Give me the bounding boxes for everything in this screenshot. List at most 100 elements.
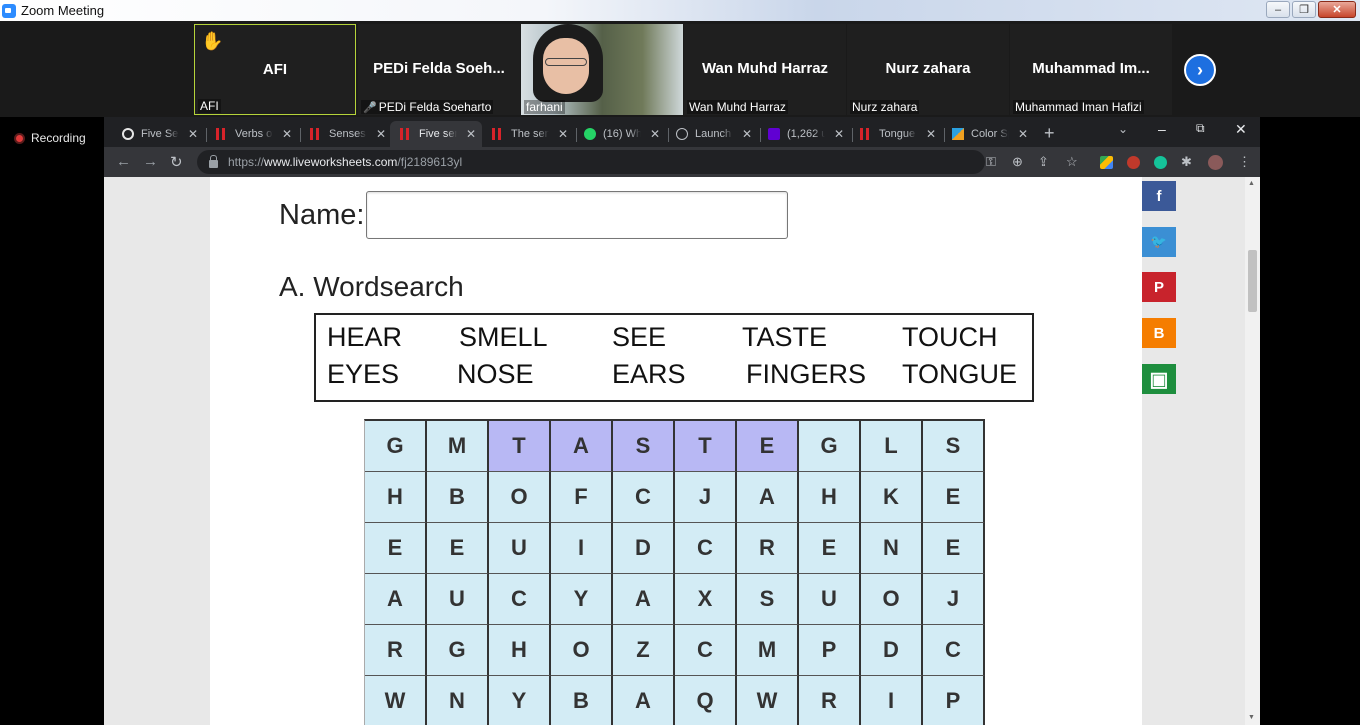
browser-restore-button[interactable]: ⧉ bbox=[1196, 121, 1205, 136]
grid-cell[interactable]: W bbox=[365, 676, 427, 725]
close-tab-icon[interactable]: ✕ bbox=[188, 127, 198, 141]
menu-kebab-icon[interactable]: ⋮ bbox=[1238, 154, 1251, 170]
grid-cell[interactable]: N bbox=[427, 676, 489, 725]
close-tab-icon[interactable]: ✕ bbox=[466, 127, 476, 141]
scroll-thumb[interactable] bbox=[1248, 250, 1257, 312]
name-input[interactable] bbox=[366, 191, 788, 239]
browser-tab[interactable]: Five Sen ✕ bbox=[112, 121, 204, 147]
browser-tab[interactable]: Color Sp ✕ bbox=[942, 121, 1034, 147]
grid-cell[interactable]: N bbox=[861, 523, 923, 574]
profile-avatar[interactable] bbox=[1208, 155, 1223, 170]
grid-cell[interactable]: A bbox=[551, 421, 613, 472]
browser-tab[interactable]: (16) Wh ✕ bbox=[574, 121, 666, 147]
browser-tab[interactable]: Launch l ✕ bbox=[666, 121, 758, 147]
grid-cell[interactable]: P bbox=[923, 676, 985, 725]
close-tab-icon[interactable]: ✕ bbox=[650, 127, 660, 141]
zoom-icon[interactable]: ⊕ bbox=[1012, 154, 1023, 170]
grid-cell[interactable]: T bbox=[675, 421, 737, 472]
grid-cell[interactable]: H bbox=[799, 472, 861, 523]
recording-indicator[interactable]: Recording bbox=[14, 131, 86, 145]
browser-close-button[interactable]: ✕ bbox=[1235, 121, 1247, 138]
grid-cell[interactable]: H bbox=[489, 625, 551, 676]
grid-cell[interactable]: E bbox=[427, 523, 489, 574]
grid-cell[interactable]: U bbox=[427, 574, 489, 625]
tab-search-button[interactable]: ⌄ bbox=[1118, 122, 1128, 136]
grid-cell[interactable]: B bbox=[551, 676, 613, 725]
grid-cell[interactable]: R bbox=[365, 625, 427, 676]
grid-cell[interactable]: P bbox=[799, 625, 861, 676]
grid-cell[interactable]: E bbox=[923, 523, 985, 574]
browser-tab[interactable]: The sens ✕ bbox=[482, 121, 574, 147]
grid-cell[interactable]: G bbox=[365, 421, 427, 472]
grid-cell[interactable]: C bbox=[613, 472, 675, 523]
grammarly-icon[interactable] bbox=[1154, 156, 1167, 169]
close-button[interactable]: ✕ bbox=[1318, 1, 1356, 18]
close-tab-icon[interactable]: ✕ bbox=[834, 127, 844, 141]
reload-icon[interactable]: ↻ bbox=[170, 153, 183, 171]
vertical-scrollbar[interactable]: ▲ ▼ bbox=[1245, 177, 1260, 725]
grid-cell[interactable]: I bbox=[861, 676, 923, 725]
blogger-share-button[interactable]: B bbox=[1142, 318, 1176, 348]
twitter-share-button[interactable]: 🐦 bbox=[1142, 227, 1176, 257]
browser-tab[interactable]: (1,262 u ✕ bbox=[758, 121, 850, 147]
grid-cell[interactable]: E bbox=[365, 523, 427, 574]
browser-tab[interactable]: Tongue ✕ bbox=[850, 121, 942, 147]
grid-cell[interactable]: A bbox=[613, 574, 675, 625]
grid-cell[interactable]: B bbox=[427, 472, 489, 523]
grid-cell[interactable]: L bbox=[861, 421, 923, 472]
facebook-share-button[interactable]: f bbox=[1142, 181, 1176, 211]
browser-tab[interactable]: Senses v ✕ bbox=[300, 121, 392, 147]
grid-cell[interactable]: H bbox=[365, 472, 427, 523]
grid-cell[interactable]: A bbox=[365, 574, 427, 625]
participant-tile[interactable]: farhani bbox=[521, 24, 683, 115]
minimize-button[interactable]: – bbox=[1266, 1, 1290, 18]
grid-cell[interactable]: A bbox=[737, 472, 799, 523]
participant-tile[interactable]: Wan Muhd Harraz Wan Muhd Harraz bbox=[684, 24, 846, 115]
grid-cell[interactable]: E bbox=[737, 421, 799, 472]
grid-cell[interactable]: F bbox=[551, 472, 613, 523]
grid-cell[interactable]: J bbox=[923, 574, 985, 625]
grid-cell[interactable]: S bbox=[737, 574, 799, 625]
grid-cell[interactable]: W bbox=[737, 676, 799, 725]
participant-tile[interactable]: PEDi Felda Soeh... 🎤 PEDi Felda Soeharto bbox=[358, 24, 520, 115]
browser-tab-active[interactable]: Five sen ✕ bbox=[390, 121, 482, 147]
close-tab-icon[interactable]: ✕ bbox=[1018, 127, 1028, 141]
grid-cell[interactable]: C bbox=[923, 625, 985, 676]
grid-cell[interactable]: O bbox=[551, 625, 613, 676]
google-drive-icon[interactable] bbox=[1100, 156, 1113, 169]
extension-icon[interactable] bbox=[1127, 156, 1140, 169]
restore-button[interactable]: ❐ bbox=[1292, 1, 1316, 18]
grid-cell[interactable]: G bbox=[427, 625, 489, 676]
participant-tile[interactable]: ✋ AFI AFI bbox=[194, 24, 356, 115]
new-tab-button[interactable]: + bbox=[1044, 123, 1055, 144]
grid-cell[interactable]: U bbox=[489, 523, 551, 574]
close-tab-icon[interactable]: ✕ bbox=[742, 127, 752, 141]
grid-cell[interactable]: E bbox=[799, 523, 861, 574]
grid-cell[interactable]: G bbox=[799, 421, 861, 472]
grid-cell[interactable]: O bbox=[489, 472, 551, 523]
grid-cell[interactable]: J bbox=[675, 472, 737, 523]
grid-cell[interactable]: U bbox=[799, 574, 861, 625]
grid-cell[interactable]: O bbox=[861, 574, 923, 625]
grid-cell[interactable]: C bbox=[489, 574, 551, 625]
close-tab-icon[interactable]: ✕ bbox=[558, 127, 568, 141]
grid-cell[interactable]: S bbox=[613, 421, 675, 472]
back-icon[interactable]: ← bbox=[116, 153, 131, 170]
grid-cell[interactable]: K bbox=[861, 472, 923, 523]
grid-cell[interactable]: Y bbox=[551, 574, 613, 625]
grid-cell[interactable]: S bbox=[923, 421, 985, 472]
google-classroom-share-button[interactable]: ▣ bbox=[1142, 364, 1176, 394]
grid-cell[interactable]: Z bbox=[613, 625, 675, 676]
pinterest-share-button[interactable]: P bbox=[1142, 272, 1176, 302]
next-participants-button[interactable]: › bbox=[1184, 54, 1216, 86]
key-icon[interactable]: ⚿ bbox=[986, 154, 996, 170]
close-tab-icon[interactable]: ✕ bbox=[926, 127, 936, 141]
grid-cell[interactable]: D bbox=[861, 625, 923, 676]
browser-tab[interactable]: Verbs of ✕ bbox=[206, 121, 298, 147]
grid-cell[interactable]: Q bbox=[675, 676, 737, 725]
grid-cell[interactable]: M bbox=[737, 625, 799, 676]
close-tab-icon[interactable]: ✕ bbox=[282, 127, 292, 141]
browser-minimize-button[interactable]: – bbox=[1158, 121, 1166, 137]
close-tab-icon[interactable]: ✕ bbox=[376, 127, 386, 141]
scroll-up-icon[interactable]: ▲ bbox=[1248, 180, 1255, 187]
